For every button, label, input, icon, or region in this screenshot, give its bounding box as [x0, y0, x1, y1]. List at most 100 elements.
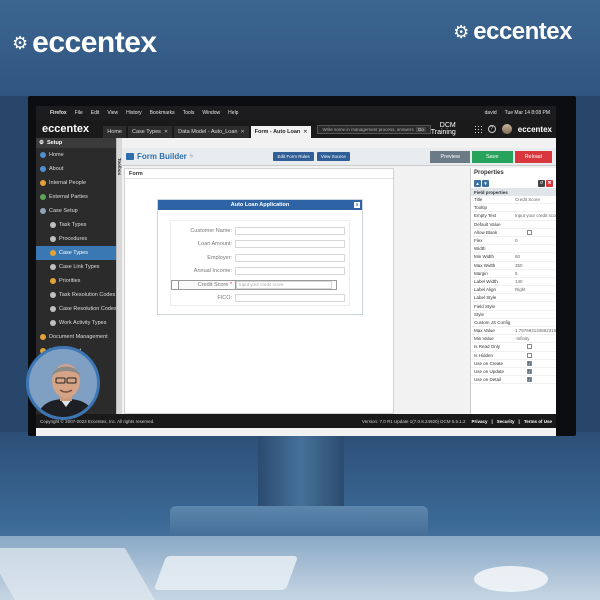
- property-row[interactable]: Custom JS Config: [471, 319, 556, 327]
- property-row[interactable]: Label Align Right: [471, 286, 556, 295]
- footer-link[interactable]: Privacy: [472, 419, 488, 424]
- property-value[interactable]: -Infinity: [515, 336, 556, 341]
- form-field-row[interactable]: Credit Score * Input your credit score: [171, 278, 349, 292]
- property-checkbox[interactable]: ✓: [527, 369, 532, 375]
- close-icon[interactable]: ✕: [354, 202, 360, 208]
- selected-field-outline[interactable]: Credit Score * Input your credit score: [171, 279, 337, 290]
- property-row[interactable]: Field Style: [471, 302, 556, 311]
- os-menu-item[interactable]: View: [107, 110, 118, 116]
- user-avatar[interactable]: [501, 124, 512, 134]
- footer-link[interactable]: Security: [497, 419, 515, 424]
- status-pill[interactable]: Write some in management process, answer…: [317, 124, 431, 134]
- property-value[interactable]: Credit Score: [515, 197, 556, 202]
- property-value[interactable]: 0: [515, 238, 556, 243]
- os-menu-item[interactable]: History: [126, 110, 142, 116]
- property-value[interactable]: 1.7976931348623157e...: [515, 328, 556, 333]
- form-field-input[interactable]: [235, 267, 345, 276]
- property-row[interactable]: Label Style: [471, 294, 556, 303]
- property-row[interactable]: Use on Update ✓: [471, 368, 556, 377]
- footer-link[interactable]: Terms of Use: [524, 419, 552, 424]
- tab-item[interactable]: Case Types ✕: [127, 126, 173, 138]
- delete-icon[interactable]: ✖: [546, 179, 553, 187]
- form-field-row[interactable]: Customer Name:: [171, 224, 349, 238]
- property-checkbox[interactable]: [527, 352, 532, 358]
- sidebar-item[interactable]: External Parties: [36, 190, 116, 204]
- tab-close-icon[interactable]: ✕: [164, 129, 168, 135]
- form-field-row[interactable]: FICO:: [171, 292, 349, 306]
- property-value[interactable]: Input your credit score: [515, 213, 556, 218]
- sidebar-item[interactable]: About: [36, 162, 116, 176]
- form-field-row[interactable]: Annual Income:: [171, 265, 349, 279]
- property-value[interactable]: 140: [515, 279, 556, 284]
- property-row[interactable]: Is Hidden: [471, 352, 556, 360]
- sidebar-item[interactable]: Internal People: [36, 176, 116, 190]
- save-button[interactable]: Save: [472, 150, 513, 163]
- edit-form-rules-button[interactable]: Edit Form Rules: [273, 152, 314, 161]
- property-checkbox[interactable]: ✓: [527, 360, 532, 366]
- property-checkbox[interactable]: [527, 229, 532, 235]
- sidebar-item[interactable]: Task Resolution Codes: [36, 288, 116, 302]
- app-logo[interactable]: eccentex: [36, 123, 103, 135]
- form-card[interactable]: Auto Loan Application ✕ Customer Name: Lo…: [157, 199, 363, 315]
- property-row[interactable]: Use on Detail ✓: [471, 376, 556, 385]
- sidebar-item[interactable]: Task Types: [36, 218, 116, 232]
- os-menu-item[interactable]: Firefox: [50, 110, 67, 116]
- os-user[interactable]: david: [485, 110, 497, 116]
- sidebar-header[interactable]: ⚙ Setup: [36, 138, 116, 148]
- form-field-input[interactable]: [235, 253, 345, 262]
- property-checkbox[interactable]: ✓: [527, 377, 532, 383]
- property-checkbox[interactable]: [527, 344, 532, 350]
- property-value[interactable]: 5: [515, 271, 556, 276]
- property-row[interactable]: Min Value -Infinity: [471, 335, 556, 344]
- os-menu-item[interactable]: Window: [202, 110, 220, 116]
- property-row[interactable]: Label Width 140: [471, 278, 556, 287]
- form-field-row[interactable]: Loan Amount:: [171, 238, 349, 252]
- sidebar-item[interactable]: Home: [36, 148, 116, 162]
- property-row[interactable]: Is Read Only: [471, 343, 556, 352]
- tab-close-icon[interactable]: ✕: [240, 129, 244, 135]
- property-row[interactable]: Flex 0: [471, 237, 556, 246]
- property-row[interactable]: Tooltip: [471, 204, 556, 213]
- property-row[interactable]: Empty Text Input your credit score: [471, 212, 556, 221]
- property-value[interactable]: 50: [515, 254, 556, 259]
- apps-grid-icon[interactable]: [473, 125, 482, 133]
- reload-button[interactable]: Reload: [514, 150, 552, 163]
- property-row[interactable]: Max Width 350: [471, 262, 556, 270]
- form-field-row[interactable]: Employer:: [171, 251, 349, 265]
- form-field-input[interactable]: [235, 294, 345, 303]
- property-row[interactable]: Width: [471, 245, 556, 254]
- os-menu-item[interactable]: Tools: [183, 110, 195, 116]
- tab-item[interactable]: Home: [103, 126, 126, 138]
- arrow-up-icon[interactable]: ▲: [474, 179, 481, 187]
- property-row[interactable]: Title Credit Score: [471, 196, 556, 205]
- tab-item[interactable]: Data Model - Auto_Loan ✕: [174, 126, 249, 138]
- tab-close-icon[interactable]: ✕: [303, 129, 307, 135]
- os-menu-item[interactable]: File: [75, 110, 83, 116]
- sidebar-item[interactable]: Case Link Types: [36, 260, 116, 274]
- property-row[interactable]: Allow Blank: [471, 229, 556, 237]
- property-value[interactable]: Right: [515, 287, 556, 292]
- sidebar-item[interactable]: Priorities: [36, 274, 116, 288]
- sidebar-item[interactable]: Case Types: [36, 246, 116, 260]
- property-row[interactable]: Min Width 50: [471, 253, 556, 262]
- sidebar-item[interactable]: Case Resolution Codes: [36, 302, 117, 316]
- sidebar-item[interactable]: Document Management: [36, 330, 116, 344]
- property-row[interactable]: Style: [471, 311, 556, 319]
- undo-icon[interactable]: ↺: [538, 179, 545, 187]
- form-field-input[interactable]: Input your credit score: [236, 280, 332, 289]
- form-field-input[interactable]: [235, 240, 345, 249]
- sidebar-item[interactable]: Work Activity Types: [36, 316, 116, 330]
- help-icon[interactable]: ?: [487, 125, 496, 133]
- property-value[interactable]: 350: [515, 263, 556, 268]
- toolbox-handle[interactable]: Toolbox: [116, 138, 122, 414]
- sidebar-item[interactable]: Procedures: [36, 232, 116, 246]
- tab-item[interactable]: Form - Auto Loan ✕: [250, 126, 312, 138]
- sidebar-item[interactable]: Case Setup: [36, 204, 116, 218]
- preview-button[interactable]: Preview: [430, 150, 471, 163]
- form-field-input[interactable]: [235, 226, 345, 235]
- status-pill-button[interactable]: Go: [415, 126, 426, 132]
- os-menu-item[interactable]: Help: [228, 110, 238, 116]
- os-menu-item[interactable]: Bookmarks: [150, 110, 175, 116]
- view-source-button[interactable]: View Source: [316, 152, 350, 161]
- os-menu-item[interactable]: Edit: [91, 110, 100, 116]
